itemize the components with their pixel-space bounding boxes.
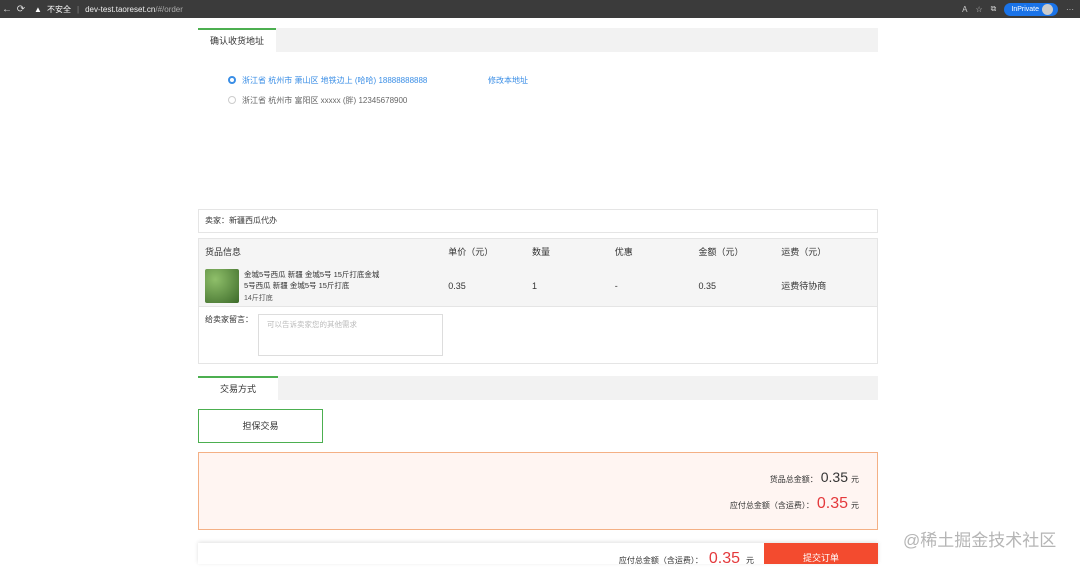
collections-icon[interactable]: ⧉ <box>991 4 997 14</box>
goods-table: 货品信息 单价（元） 数量 优惠 金额（元） 运费（元） 金城5号西瓜 新疆 金… <box>198 238 878 364</box>
address-section-title: 确认收货地址 <box>198 28 277 52</box>
url-text: dev-test.taoreset.cn/#/order <box>85 5 183 14</box>
goods-total-label: 货品总金额： <box>769 475 818 484</box>
payable-total-label: 应付总金额（含运费）： <box>729 501 814 510</box>
payment-section: 交易方式 <box>198 376 878 400</box>
payment-section-header: 交易方式 <box>198 376 878 400</box>
header-price: 单价（元） <box>448 247 494 257</box>
address-selected-text: 浙江省 杭州市 萧山区 地铁边上 (哈哈) 18888888888 <box>242 75 428 85</box>
qty-cell: 1 <box>532 280 538 291</box>
browser-actions: A ☆ ⧉ InPrivate ··· <box>962 0 1074 18</box>
footer-total: 应付总金额（含运费）： 0.35 元 <box>619 550 754 568</box>
amount-cell: 0.35 <box>698 280 717 291</box>
url-separator: | <box>77 4 80 14</box>
inprivate-badge[interactable]: InPrivate <box>1004 2 1058 16</box>
price-cell: 0.35 <box>448 280 466 291</box>
address-section-header: 确认收货地址 <box>198 28 878 52</box>
seller-message-input[interactable]: 可以告诉卖家您的其他需求 <box>258 314 443 356</box>
radio-selected-icon[interactable] <box>228 76 236 84</box>
favorite-icon[interactable]: ☆ <box>975 5 982 14</box>
menu-icon[interactable]: ··· <box>1066 5 1074 14</box>
order-footer: 应付总金额（含运费）： 0.35 元 提交订单 <box>198 543 878 567</box>
insecure-label: 不安全 <box>47 4 71 14</box>
address-option-selected[interactable]: 浙江省 杭州市 萧山区 地铁边上 (哈哈) 18888888888 修改本地址 <box>228 70 878 90</box>
browser-toolbar: ← ⟳ ▲ 不安全 | dev-test.taoreset.cn/#/order… <box>0 0 1080 18</box>
address-bar[interactable]: ▲ 不安全 | dev-test.taoreset.cn/#/order <box>34 4 183 15</box>
payable-total-line: 应付总金额（含运费）： 0.35 元 <box>730 495 859 513</box>
message-row: 给卖家留言： 可以告诉卖家您的其他需求 <box>199 307 877 356</box>
goods-total-unit: 元 <box>851 475 859 484</box>
payable-total-unit: 元 <box>851 501 859 510</box>
payment-section-title: 交易方式 <box>198 376 279 400</box>
header-amount: 金额（元） <box>698 247 744 257</box>
footer-total-label: 应付总金额（含运费）： <box>618 556 703 565</box>
goods-total-amount: 0.35 <box>820 469 848 485</box>
url-host: dev-test.taoreset.cn <box>85 4 156 14</box>
inprivate-label: InPrivate <box>1011 5 1039 13</box>
reload-icon[interactable]: ⟳ <box>14 4 28 15</box>
address-list: 浙江省 杭州市 萧山区 地铁边上 (哈哈) 18888888888 修改本地址 … <box>228 70 878 110</box>
back-icon[interactable]: ← <box>0 4 14 15</box>
goods-cell: 金城5号西瓜 新疆 金城5号 15斤打底金城5号西瓜 新疆 金城5号 15斤打底… <box>199 268 448 303</box>
discount-cell: - <box>614 280 618 291</box>
product-spec: 14斤打底 <box>244 294 273 302</box>
radio-icon[interactable] <box>228 96 236 104</box>
seller-info: 卖家：新疆西瓜代办 <box>198 209 878 233</box>
footer-total-amount: 0.35 <box>708 550 740 567</box>
header-shipping: 运费（元） <box>781 247 827 257</box>
totals-box: 货品总金额： 0.35 元 应付总金额（含运费）： 0.35 元 <box>198 452 878 530</box>
submit-order-button[interactable]: 提交订单 <box>764 543 878 564</box>
escrow-option-button[interactable]: 担保交易 <box>198 409 323 443</box>
read-aloud-icon[interactable]: A <box>962 5 967 14</box>
header-goods: 货品信息 <box>205 247 242 257</box>
goods-total-line: 货品总金额： 0.35 元 <box>770 469 859 485</box>
shipping-cell: 运费待协商 <box>781 281 827 291</box>
table-row: 金城5号西瓜 新疆 金城5号 15斤打底金城5号西瓜 新疆 金城5号 15斤打底… <box>199 265 877 307</box>
footer-total-unit: 元 <box>746 556 754 565</box>
edit-address-link[interactable]: 修改本地址 <box>488 75 528 86</box>
url-path: /#/order <box>155 4 183 14</box>
watermark: @稀土掘金技术社区 <box>903 531 1057 550</box>
goods-table-header: 货品信息 单价（元） 数量 优惠 金额（元） 运费（元） <box>199 239 877 265</box>
address-section: 确认收货地址 浙江省 杭州市 萧山区 地铁边上 (哈哈) 18888888888… <box>198 28 878 110</box>
address-option[interactable]: 浙江省 杭州市 富阳区 xxxxx (胖) 12345678900 <box>228 90 878 110</box>
message-label: 给卖家留言： <box>205 315 253 324</box>
header-discount: 优惠 <box>614 247 633 257</box>
header-qty: 数量 <box>532 247 551 257</box>
warning-icon: ▲ <box>34 4 42 14</box>
product-image[interactable] <box>205 268 239 303</box>
avatar <box>1042 3 1053 15</box>
payable-total-amount: 0.35 <box>816 495 848 512</box>
address-text: 浙江省 杭州市 富阳区 xxxxx (胖) 12345678900 <box>242 95 408 105</box>
